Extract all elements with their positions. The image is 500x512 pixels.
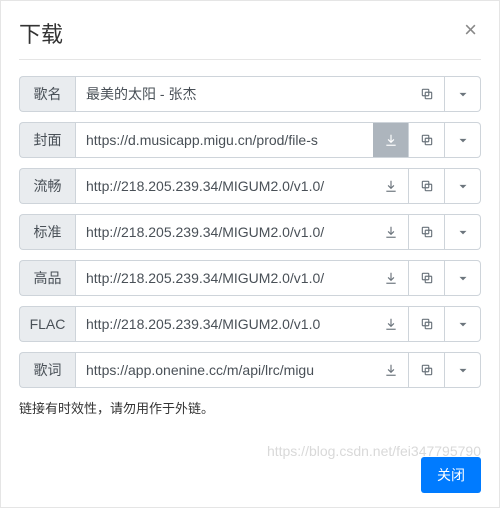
download-icon[interactable] <box>373 168 409 204</box>
modal-header: 下载 × <box>19 17 481 49</box>
dropdown-icon[interactable] <box>445 214 481 250</box>
dropdown-icon[interactable] <box>445 260 481 296</box>
field-input[interactable] <box>75 306 373 342</box>
field-input[interactable] <box>75 168 373 204</box>
field-row: FLAC <box>19 306 481 342</box>
field-row: 封面 <box>19 122 481 158</box>
field-label: FLAC <box>19 306 75 342</box>
field-actions <box>373 352 481 388</box>
dropdown-icon[interactable] <box>445 168 481 204</box>
download-icon[interactable] <box>373 306 409 342</box>
copy-icon[interactable] <box>409 352 445 388</box>
dropdown-icon[interactable] <box>445 306 481 342</box>
field-row: 标准 <box>19 214 481 250</box>
field-row: 高品 <box>19 260 481 296</box>
copy-icon[interactable] <box>409 122 445 158</box>
field-label: 标准 <box>19 214 75 250</box>
field-row: 歌名 <box>19 76 481 112</box>
dropdown-icon[interactable] <box>445 122 481 158</box>
download-icon <box>373 122 409 158</box>
field-label: 歌词 <box>19 352 75 388</box>
download-icon[interactable] <box>373 352 409 388</box>
copy-icon[interactable] <box>409 260 445 296</box>
field-actions <box>373 260 481 296</box>
field-input[interactable] <box>75 352 373 388</box>
copy-icon[interactable] <box>409 306 445 342</box>
field-input[interactable] <box>75 76 409 112</box>
download-icon[interactable] <box>373 260 409 296</box>
close-button[interactable]: 关闭 <box>421 457 481 493</box>
copy-icon[interactable] <box>409 76 445 112</box>
copy-icon[interactable] <box>409 214 445 250</box>
field-actions <box>373 168 481 204</box>
rows-container: 歌名封面流畅标准高品 FLAC 歌词 <box>19 76 481 388</box>
field-actions <box>409 76 481 112</box>
field-actions <box>373 306 481 342</box>
field-label: 歌名 <box>19 76 75 112</box>
close-icon[interactable]: × <box>460 17 481 43</box>
download-modal: 下载 × 歌名封面流畅标准高品FLAC歌词 链接有时效性，请勿用作于外链。 ht… <box>0 0 500 508</box>
field-input[interactable] <box>75 122 373 158</box>
note-text: 链接有时效性，请勿用作于外链。 <box>19 398 481 417</box>
download-icon[interactable] <box>373 214 409 250</box>
field-label: 高品 <box>19 260 75 296</box>
field-input[interactable] <box>75 260 373 296</box>
dropdown-icon[interactable] <box>445 76 481 112</box>
divider <box>19 59 481 60</box>
modal-title: 下载 <box>19 17 63 49</box>
field-label: 封面 <box>19 122 75 158</box>
field-actions <box>373 122 481 158</box>
modal-footer: 关闭 <box>19 457 481 493</box>
field-label: 流畅 <box>19 168 75 204</box>
field-actions <box>373 214 481 250</box>
copy-icon[interactable] <box>409 168 445 204</box>
dropdown-icon[interactable] <box>445 352 481 388</box>
field-input[interactable] <box>75 214 373 250</box>
field-row: 流畅 <box>19 168 481 204</box>
field-row: 歌词 <box>19 352 481 388</box>
